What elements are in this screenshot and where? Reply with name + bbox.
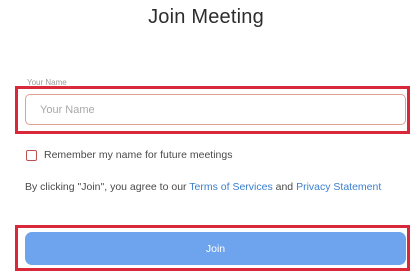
join-meeting-dialog: Join Meeting Your Name Remember my name … [0,0,412,271]
remember-name-checkbox[interactable] [26,149,37,161]
join-button[interactable]: Join [25,232,406,265]
name-input[interactable] [25,94,406,125]
dialog-title: Join Meeting [148,6,264,28]
agreement-text: By clicking "Join", you agree to our Ter… [25,179,385,196]
terms-of-service-link[interactable]: Terms of Services [189,181,272,193]
agreement-conjunction: and [272,181,297,193]
remember-name-label[interactable]: Remember my name for future meetings [44,149,233,161]
privacy-statement-link[interactable]: Privacy Statement [296,181,381,193]
remember-name-row: Remember my name for future meetings [26,148,233,162]
agreement-prefix: By clicking "Join", you agree to our [25,181,190,193]
